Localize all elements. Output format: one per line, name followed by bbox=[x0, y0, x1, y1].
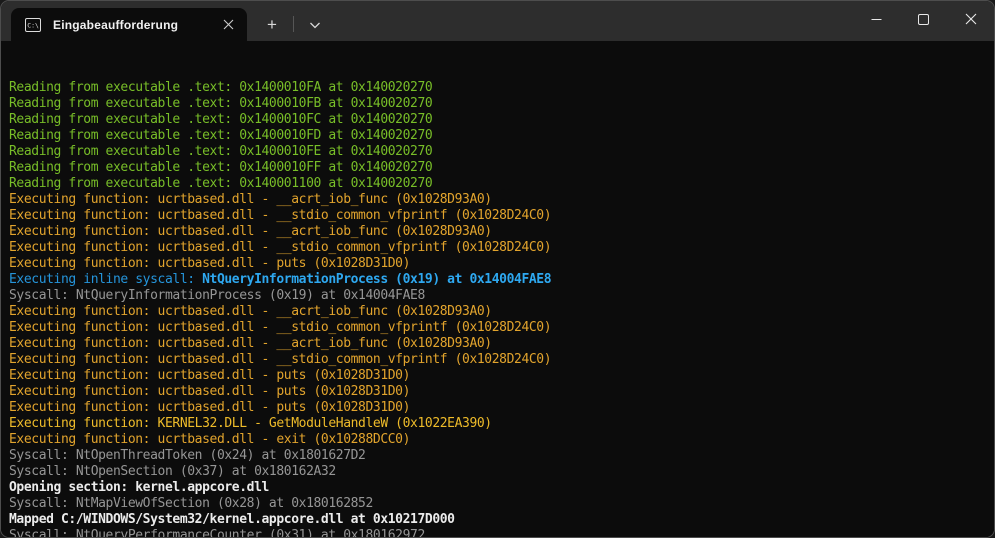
terminal-line: Syscall: NtOpenThreadToken (0x24) at 0x1… bbox=[9, 448, 994, 464]
terminal-line: Executing function: ucrtbased.dll - __st… bbox=[9, 208, 994, 224]
terminal-line: Reading from executable .text: 0x1400010… bbox=[9, 112, 994, 128]
command-prompt-icon: C:\ bbox=[25, 18, 41, 32]
terminal-line: Reading from executable .text: 0x1400010… bbox=[9, 128, 994, 144]
terminal-line: Opening section: kernel.appcore.dll bbox=[9, 480, 994, 496]
minimize-icon bbox=[871, 12, 882, 30]
terminal-line: Mapped C:/WINDOWS/System32/kernel.appcor… bbox=[9, 512, 994, 528]
terminal-line: Reading from executable .text: 0x1400010… bbox=[9, 96, 994, 112]
terminal-line: Reading from executable .text: 0x1400010… bbox=[9, 80, 994, 96]
terminal-line: Executing function: ucrtbased.dll - __ac… bbox=[9, 336, 994, 352]
terminal-output: Reading from executable .text: 0x1400010… bbox=[9, 80, 994, 538]
caption-buttons bbox=[853, 1, 994, 41]
terminal-line: Executing function: ucrtbased.dll - __ac… bbox=[9, 192, 994, 208]
chevron-down-icon bbox=[309, 16, 321, 34]
terminal-line: Executing function: ucrtbased.dll - __ac… bbox=[9, 224, 994, 240]
terminal-line: Reading from executable .text: 0x1400010… bbox=[9, 144, 994, 160]
terminal-line: Executing function: ucrtbased.dll - puts… bbox=[9, 400, 994, 416]
svg-text:C:\: C:\ bbox=[27, 21, 39, 29]
tab-title: Eingabeaufforderung bbox=[53, 18, 217, 32]
terminal-line: Executing function: ucrtbased.dll - __st… bbox=[9, 320, 994, 336]
plus-icon: + bbox=[267, 15, 277, 35]
terminal-line: Executing function: KERNEL32.DLL - GetMo… bbox=[9, 416, 994, 432]
terminal-viewport[interactable]: Reading from executable .text: 0x1400010… bbox=[1, 41, 994, 538]
terminal-line: Executing function: ucrtbased.dll - exit… bbox=[9, 432, 994, 448]
terminal-line: Executing function: ucrtbased.dll - puts… bbox=[9, 256, 994, 272]
terminal-line: Syscall: NtQueryInformationProcess (0x19… bbox=[9, 288, 994, 304]
tab-eingabeaufforderung[interactable]: C:\ Eingabeaufforderung bbox=[11, 8, 247, 41]
terminal-line: Executing function: ucrtbased.dll - puts… bbox=[9, 384, 994, 400]
terminal-line: Reading from executable .text: 0x1400011… bbox=[9, 176, 994, 192]
terminal-line: Syscall: NtQueryPerformanceCounter (0x31… bbox=[9, 528, 994, 538]
terminal-line: Executing function: ucrtbased.dll - puts… bbox=[9, 368, 994, 384]
minimize-button[interactable] bbox=[853, 1, 900, 41]
titlebar[interactable]: C:\ Eingabeaufforderung + bbox=[1, 1, 994, 41]
terminal-line: Reading from executable .text: 0x1400010… bbox=[9, 160, 994, 176]
terminal-window: C:\ Eingabeaufforderung + bbox=[0, 0, 995, 538]
close-button[interactable] bbox=[947, 1, 994, 41]
terminal-line: Syscall: NtOpenSection (0x37) at 0x18016… bbox=[9, 464, 994, 480]
terminal-line: Executing function: ucrtbased.dll - __st… bbox=[9, 352, 994, 368]
terminal-line: Syscall: NtMapViewOfSection (0x28) at 0x… bbox=[9, 496, 994, 512]
maximize-button[interactable] bbox=[900, 1, 947, 41]
tab-strip-divider bbox=[293, 16, 294, 32]
terminal-line: Executing function: ucrtbased.dll - __st… bbox=[9, 240, 994, 256]
new-tab-button[interactable]: + bbox=[255, 8, 289, 41]
close-icon bbox=[965, 12, 977, 30]
terminal-line: Executing function: ucrtbased.dll - __ac… bbox=[9, 304, 994, 320]
terminal-line: Executing inline syscall: NtQueryInforma… bbox=[9, 272, 994, 288]
tab-close-icon[interactable] bbox=[217, 14, 239, 36]
tab-dropdown-button[interactable] bbox=[298, 8, 332, 41]
maximize-icon bbox=[918, 12, 929, 30]
